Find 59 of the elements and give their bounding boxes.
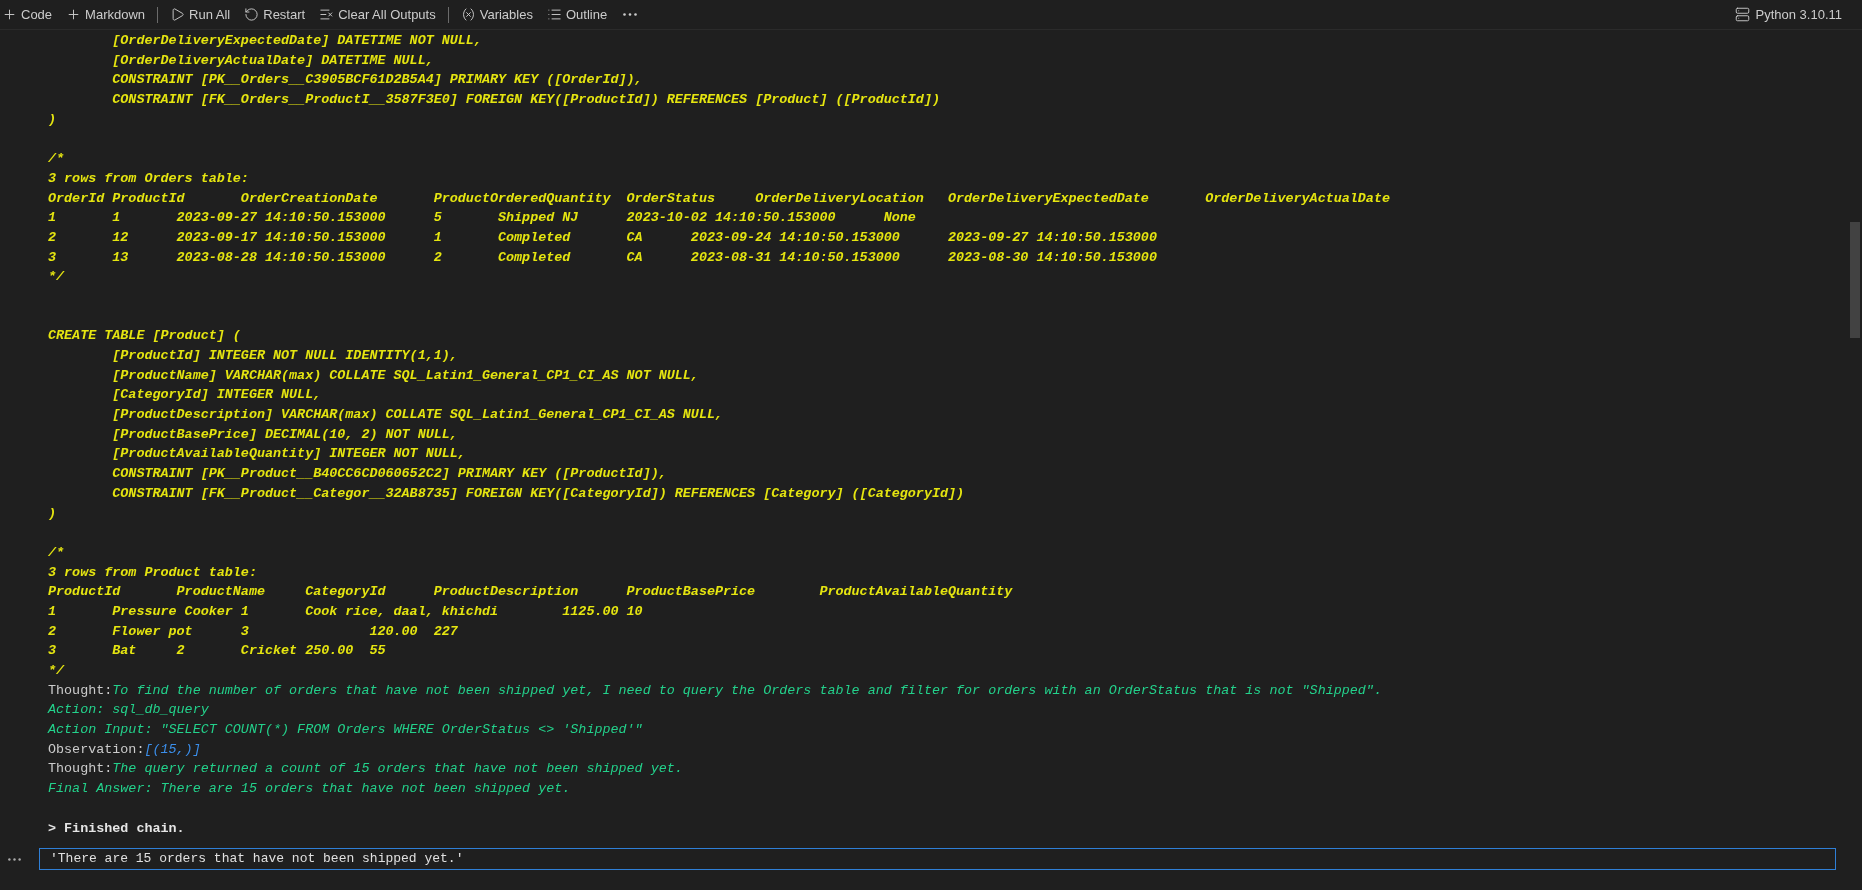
code-line: ) — [48, 110, 57, 129]
kernel-icon — [1734, 7, 1750, 22]
toolbar-button[interactable]: Run All — [168, 3, 233, 26]
code-line: 3 rows from Orders table: — [48, 169, 249, 188]
play-icon — [170, 7, 186, 22]
code-line: ) — [48, 504, 57, 523]
code-line: [ProductBasePrice] DECIMAL(10, 2) NOT NULL, — [111, 425, 458, 444]
log-text: To find the number of orders that have not been shipped yet, I need to query the Orders table and filter for orders with an OrderStatus that is not "Shipped". — [112, 681, 1382, 700]
list-icon — [546, 7, 562, 22]
log-text: [(15,)] — [144, 740, 201, 759]
code-line: /* — [48, 543, 65, 562]
code-line: */ — [48, 662, 65, 680]
plus-icon — [66, 7, 82, 22]
code-line: CONSTRAINT [PK__Product__B40CC6CD060652C2] PRIMARY KEY ([ProductId]), — [111, 465, 667, 484]
code-line: 2 Flower pot 3 120.00 227 — [48, 622, 458, 641]
toolbar-button[interactable]: Restart — [242, 3, 308, 26]
clear-list-icon — [319, 7, 335, 22]
toolbar-button[interactable]: Code — [0, 3, 55, 26]
code-line: 1 1 2023-09-27 14:10:50.153000 5 Shipped NJ 2023-10-02 14:10:50.153000 None — [48, 209, 916, 228]
code-line: [CategoryId] INTEGER NULL, — [111, 386, 322, 405]
plus-icon — [2, 7, 17, 22]
code-line: [ProductDescription] VARCHAR(max) COLLATE SQL_Latin1_General_CP1_CI_AS NULL, — [111, 406, 723, 425]
result-output: 'There are 15 orders that have not been shipped yet.' — [39, 848, 1836, 871]
code-line: */ — [48, 268, 65, 287]
log-text: The query returned a count of 15 orders that have not been shipped yet. — [112, 760, 683, 779]
agent-line: Final Answer: There are 15 orders that have not been shipped yet. — [48, 780, 571, 799]
toolbar-button[interactable]: Clear All Outputs — [317, 3, 438, 26]
chain-status: > Finished chain. — [48, 819, 185, 838]
more-icon — [623, 13, 638, 16]
code-line: ProductId ProductName CategoryId ProductDescription ProductBasePrice ProductAvailableQuantity — [48, 583, 1013, 602]
code-line: [ProductName] VARCHAR(max) COLLATE SQL_Latin1_General_CP1_CI_AS NOT NULL, — [111, 366, 699, 385]
code-line: /* — [48, 150, 65, 169]
agent-line: Action Input: "SELECT COUNT(*) FROM Orders WHERE OrderStatus <> 'Shipped'" — [48, 721, 643, 740]
kernel-button[interactable]: Python 3.10.11 — [1734, 4, 1842, 25]
log-label: Thought: — [48, 681, 113, 700]
code-line: 1 Pressure Cooker 1 Cook rice, daal, khichdi 1125.00 10 — [48, 602, 643, 621]
code-line: [ProductId] INTEGER NOT NULL IDENTITY(1,1), — [111, 347, 458, 365]
code-line: [OrderDeliveryExpectedDate] DATETIME NOT NULL, — [111, 32, 482, 50]
code-line: CONSTRAINT [FK__Orders__ProductI__3587F3E0] FOREIGN KEY([ProductId]) REFERENCES [Product] ([ProductId]) — [111, 91, 940, 110]
code-line: [OrderDeliveryActualDate] DATETIME NULL, — [111, 51, 434, 70]
variables-icon — [460, 7, 476, 22]
more-icon — [8, 857, 21, 861]
toolbar-button[interactable]: Outline — [544, 3, 610, 26]
code-line: OrderId ProductId OrderCreationDate ProductOrderedQuantity OrderStatus OrderDeliveryLocation OrderDeliveryExpectedDate OrderDeliveryActualDate — [48, 189, 1390, 208]
toolbar-button[interactable]: Variables — [458, 3, 535, 26]
agent-line: Action: sql_db_query — [48, 701, 209, 720]
code-line: 3 13 2023-08-28 14:10:50.153000 2 Completed CA 2023-08-31 14:10:50.153000 2023-08-30 14:10:50.153000 — [48, 248, 1157, 267]
restart-icon — [244, 7, 260, 22]
log-label: Thought: — [48, 760, 113, 779]
code-line: CONSTRAINT [FK__Product__Categor__32AB8735] FOREIGN KEY([CategoryId]) REFERENCES [Category] ([CategoryId]) — [111, 484, 965, 503]
code-line: 3 rows from Product table: — [48, 563, 257, 582]
code-line: [ProductAvailableQuantity] INTEGER NOT NULL, — [111, 445, 466, 464]
log-label: Observation: — [48, 740, 145, 759]
code-line: 2 12 2023-09-17 14:10:50.153000 1 Completed CA 2023-09-24 14:10:50.153000 2023-09-27 14:10:50.153000 — [48, 228, 1157, 247]
toolbar-button[interactable]: Markdown — [64, 3, 148, 26]
code-line: 3 Bat 2 Cricket 250.00 55 — [48, 642, 386, 661]
code-line: CREATE TABLE [Product] ( — [48, 327, 241, 346]
code-line: CONSTRAINT [PK__Orders__C3905BCF61D2B5A4] PRIMARY KEY ([OrderId]), — [111, 71, 643, 90]
scrollbar-thumb[interactable] — [1850, 222, 1860, 338]
